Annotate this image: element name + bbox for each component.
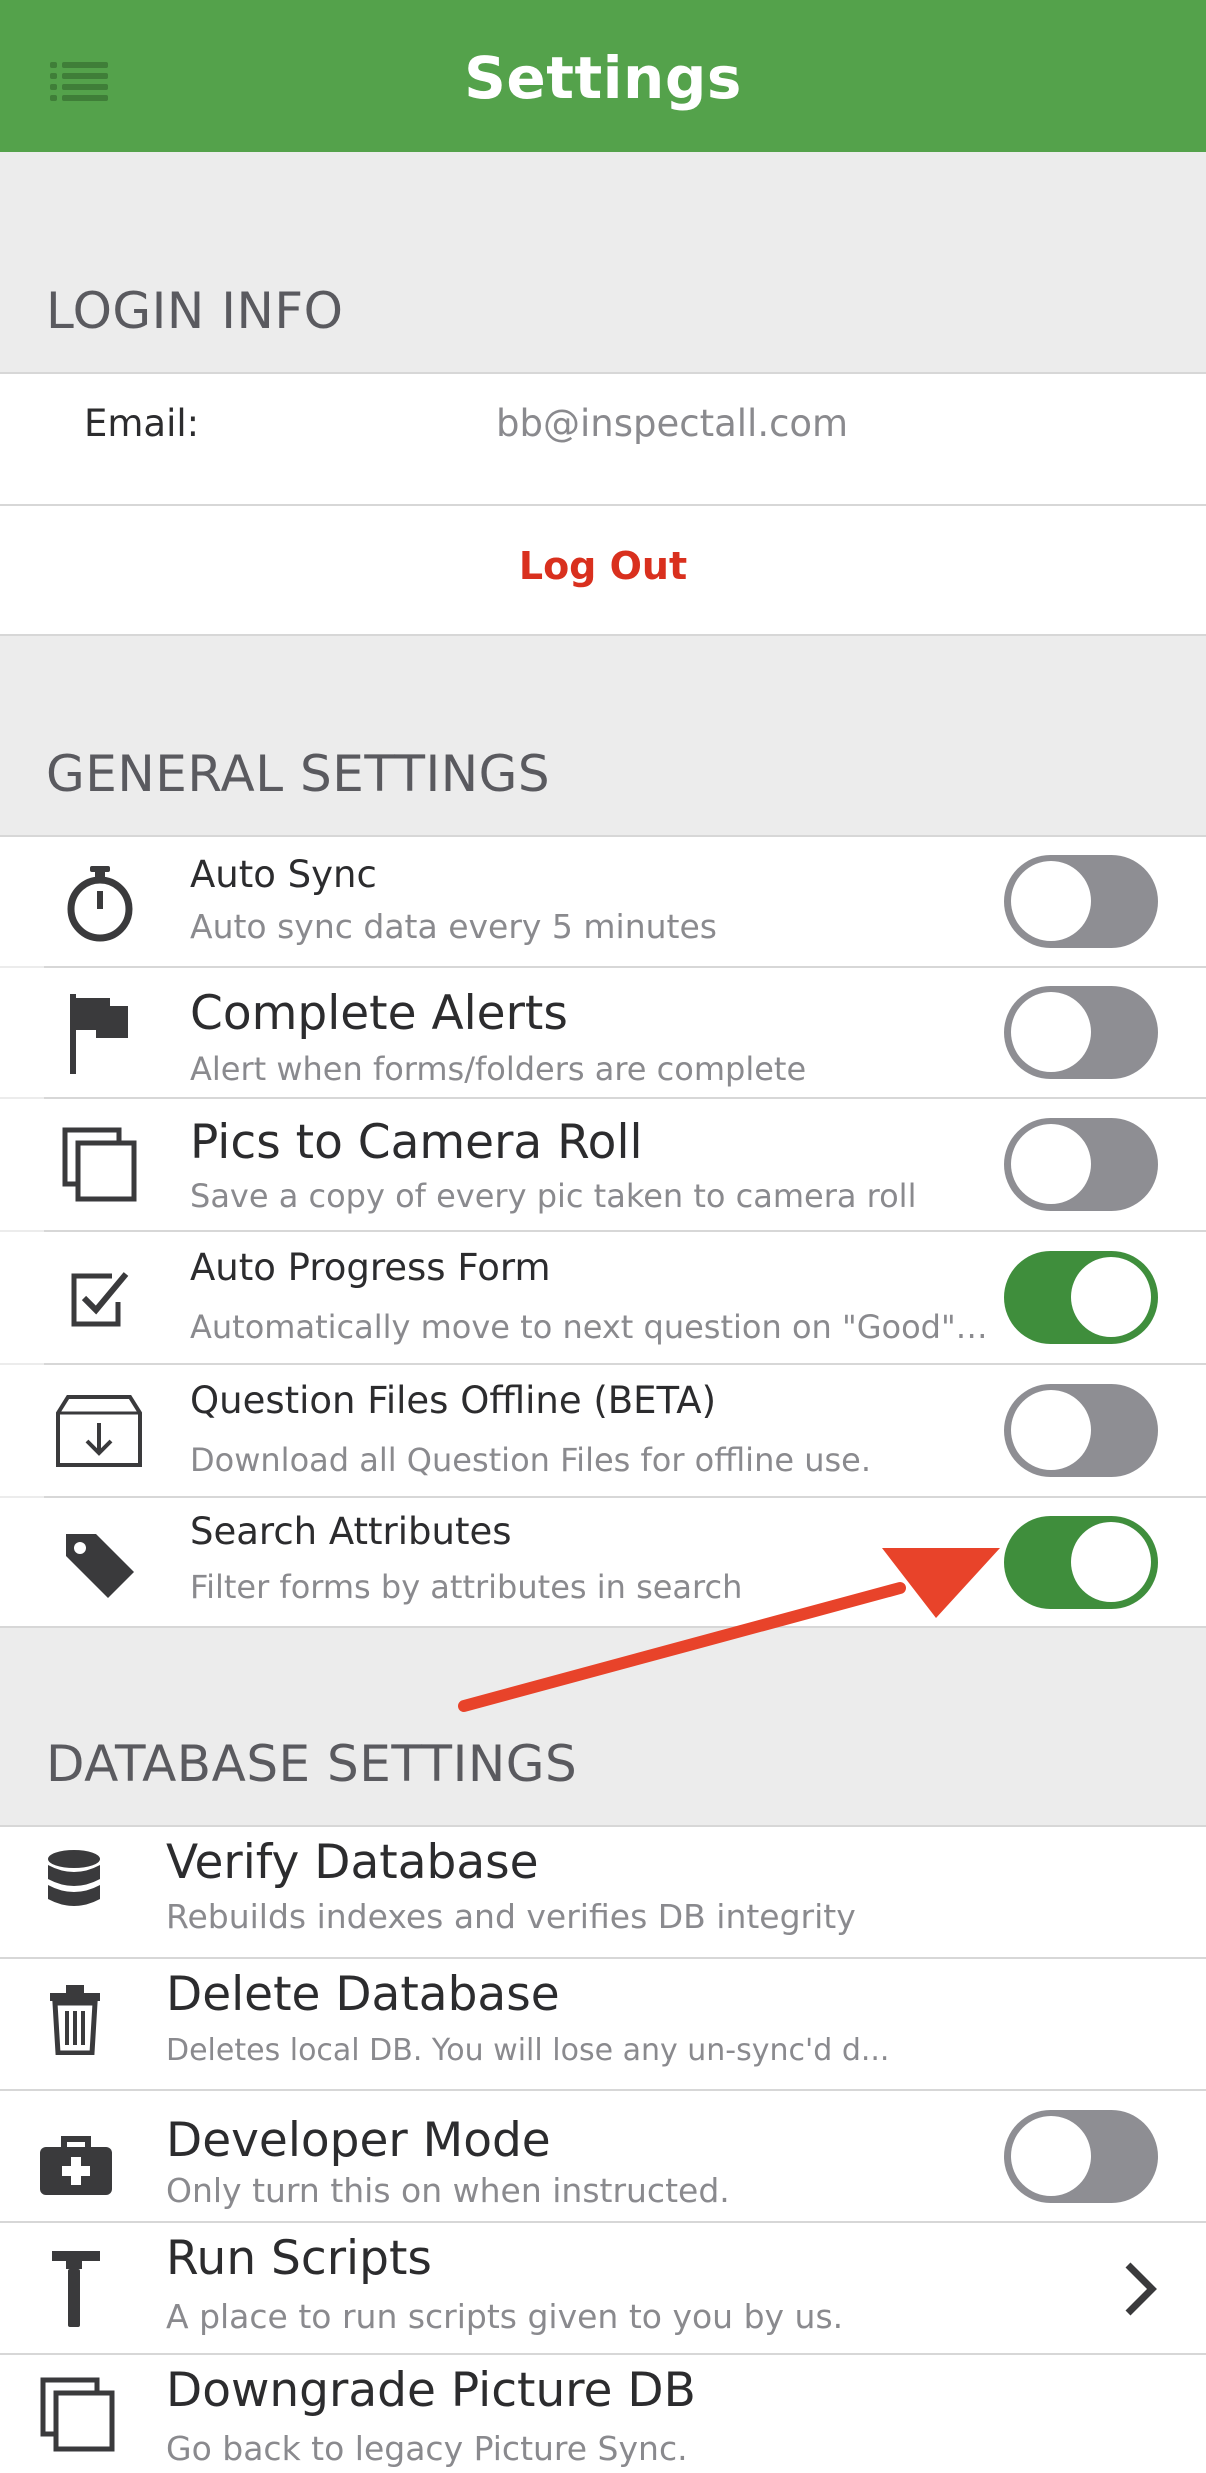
annotation-arrow xyxy=(458,1548,1000,1712)
